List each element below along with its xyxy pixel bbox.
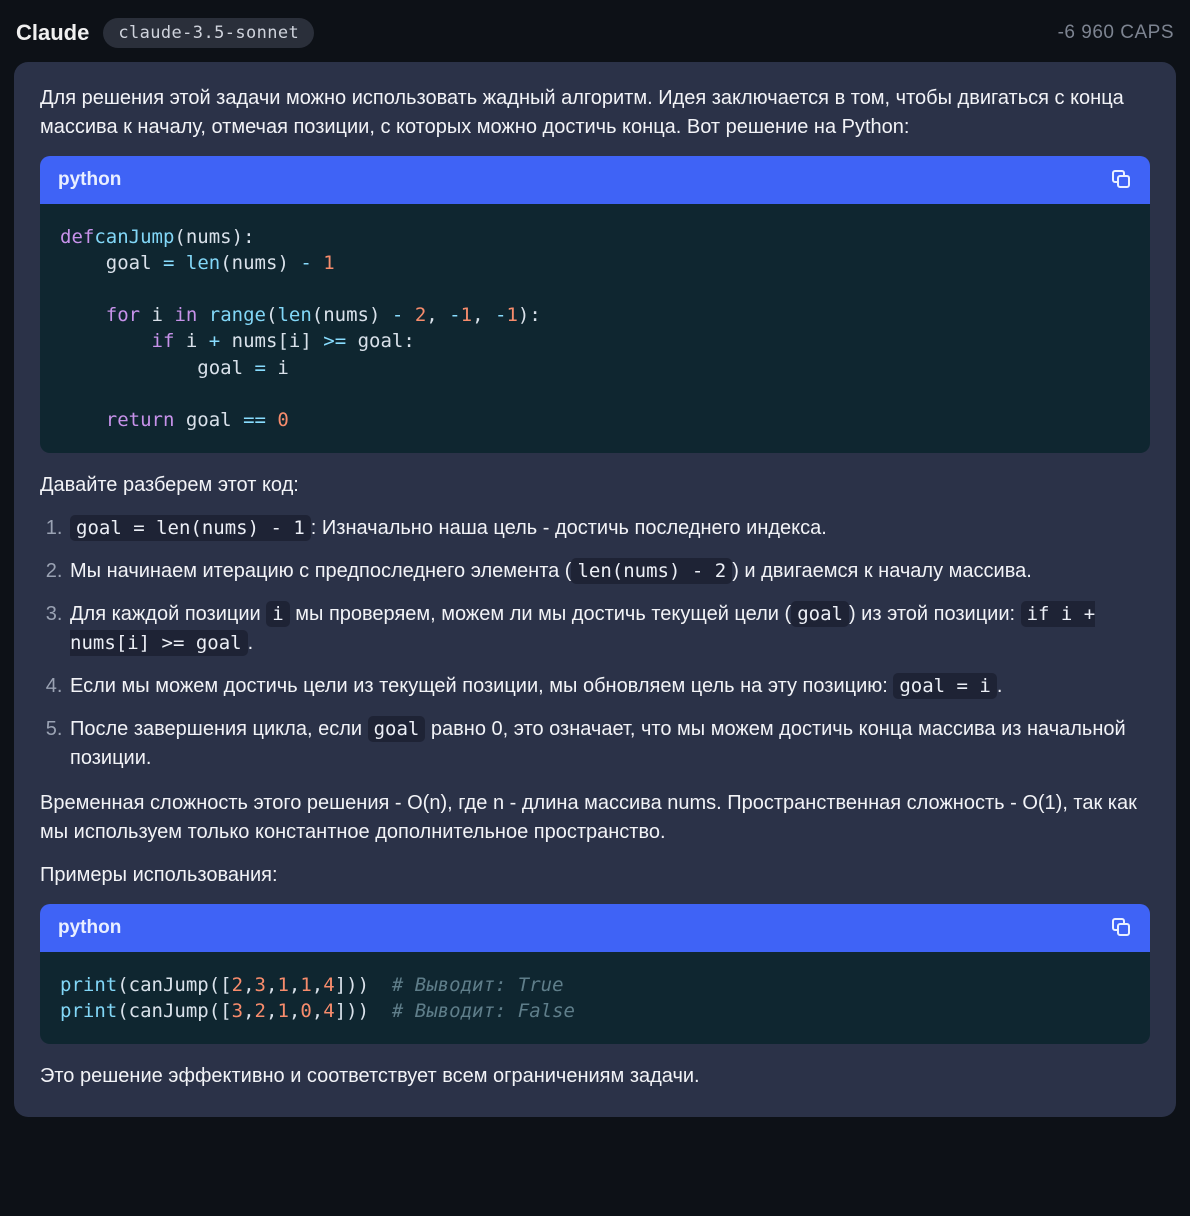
code-block-1-lang: python: [58, 166, 121, 194]
list-item: Для каждой позиции i мы проверяем, можем…: [68, 600, 1150, 658]
code-block-1: python defcanJump(nums): goal = len(nums…: [40, 156, 1150, 453]
model-badge[interactable]: claude-3.5-sonnet: [103, 18, 314, 48]
caps-counter: -6 960 CAPS: [1058, 22, 1174, 44]
list-item: goal = len(nums) - 1: Изначально наша це…: [68, 514, 1150, 543]
inline-code: i: [266, 601, 289, 627]
header-left: Claude claude-3.5-sonnet: [16, 18, 314, 48]
list-item: Если мы можем достичь цели из текущей по…: [68, 672, 1150, 701]
examples-intro: Примеры использования:: [40, 861, 1150, 890]
inline-code: len(nums) - 2: [571, 558, 732, 584]
code-block-2-body[interactable]: print(canJump([2,3,1,1,4])) # Выводит: T…: [40, 952, 1150, 1044]
header: Claude claude-3.5-sonnet -6 960 CAPS: [14, 12, 1176, 62]
list-item: После завершения цикла, если goal равно …: [68, 715, 1150, 773]
complexity-paragraph: Временная сложность этого решения - O(n)…: [40, 789, 1150, 847]
inline-code: goal: [368, 716, 426, 742]
inline-code: if i + nums[i] >= goal: [70, 601, 1095, 656]
copy-icon[interactable]: [1112, 170, 1132, 190]
inline-code: goal: [791, 601, 849, 627]
assistant-message: Для решения этой задачи можно использова…: [14, 62, 1176, 1117]
list-item: Мы начинаем итерацию с предпоследнего эл…: [68, 557, 1150, 586]
code-block-2: python print(canJump([2,3,1,1,4])) # Выв…: [40, 904, 1150, 1044]
code-block-1-body[interactable]: defcanJump(nums): goal = len(nums) - 1 f…: [40, 204, 1150, 454]
explanation-list: goal = len(nums) - 1: Изначально наша це…: [40, 514, 1150, 773]
intro-paragraph: Для решения этой задачи можно использова…: [40, 84, 1150, 142]
copy-icon[interactable]: [1112, 918, 1132, 938]
assistant-name: Claude: [16, 20, 89, 46]
inline-code: goal = len(nums) - 1: [70, 515, 311, 541]
code-block-1-header: python: [40, 156, 1150, 204]
outro-paragraph: Это решение эффективно и соответствует в…: [40, 1062, 1150, 1091]
explain-intro: Давайте разберем этот код:: [40, 471, 1150, 500]
inline-code: goal = i: [893, 673, 997, 699]
code-block-2-header: python: [40, 904, 1150, 952]
code-block-2-lang: python: [58, 914, 121, 942]
